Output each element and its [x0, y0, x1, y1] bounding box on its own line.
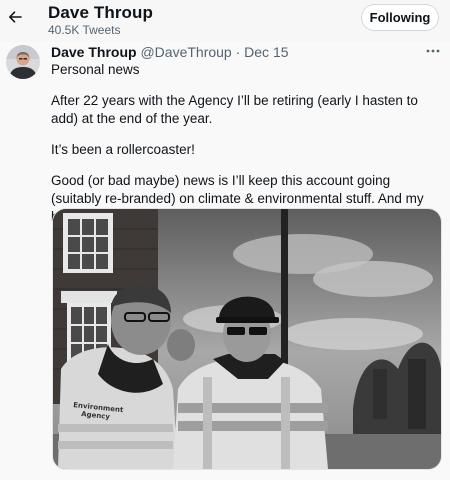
tweet-count: 40.5K Tweets — [48, 23, 121, 37]
tweet-paragraph: It’s been a rollercoaster! — [51, 142, 195, 157]
avatar[interactable] — [6, 45, 40, 79]
tweet-photo[interactable]: Environment Agency — [52, 208, 442, 470]
following-button[interactable]: Following — [361, 4, 439, 31]
arrow-left-icon — [9, 11, 22, 23]
author-handle-date[interactable]: @DaveThroup · Dec 15 — [140, 44, 288, 60]
tweet-header: Dave Throup @DaveThroup · Dec 15 — [51, 44, 289, 60]
profile-header: Dave Throup 40.5K Tweets Following — [0, 0, 450, 42]
tweet-paragraph: After 22 years with the Agency I’ll be r… — [51, 93, 418, 126]
more-button[interactable] — [424, 44, 442, 58]
profile-name: Dave Throup — [48, 3, 154, 22]
author-name[interactable]: Dave Throup — [51, 44, 137, 60]
more-horizontal-icon — [426, 49, 440, 53]
tweet-paragraph: Personal news — [51, 62, 140, 77]
back-button[interactable] — [4, 6, 26, 28]
